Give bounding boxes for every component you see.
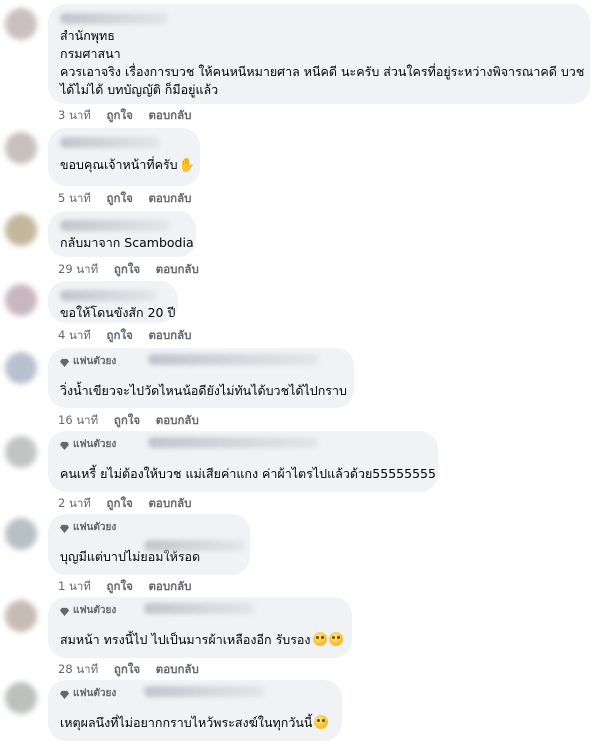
- comment-timestamp[interactable]: 29 นาที: [58, 262, 98, 276]
- comment-text-line: ควรเอาจริง เรื่องการบวช ให้คนหนีหมายศาล …: [60, 64, 585, 79]
- comment-bubble: แฟนตัวยง คนเหรี้ ยไม่ต้องให้บวช แม่เสียค…: [48, 431, 438, 492]
- comment-meta: 2 นาที ถูกใจ ตอบกลับ: [58, 495, 203, 511]
- comment-meta: 29 นาที ถูกใจ ตอบกลับ: [58, 261, 211, 277]
- grin-sweat-emoji-icon: [312, 632, 327, 646]
- reply-link[interactable]: ตอบกลับ: [156, 413, 199, 427]
- grin-sweat-emoji-icon: [328, 632, 343, 646]
- comment-timestamp[interactable]: 1 นาที: [58, 579, 91, 593]
- comment-bubble: แฟนตัวยง วิ่งน้ำเขียวจะไปวัดไหนน้อดียังไ…: [48, 348, 354, 408]
- comment-text-line: ได้ไม่ได้ บทบัญญัติ ก็มีอยู่แล้ว: [60, 82, 219, 97]
- commenter-name-blurred[interactable]: [144, 603, 254, 614]
- comment-bubble: แฟนตัวยง เหตุผลนึงที่ไม่อยากกราบไหว้พระส…: [48, 680, 342, 741]
- comment-bubble: แฟนตัวยง บุญมีแต่บาปไม่ยอมให้รอด: [48, 514, 250, 575]
- avatar[interactable]: [5, 284, 37, 316]
- comment-timestamp[interactable]: 5 นาที: [58, 191, 91, 205]
- commenter-name-blurred[interactable]: [60, 137, 160, 148]
- comment-text-line: ขอให้โดนขังสัก 20 ปี: [60, 305, 176, 320]
- badge-label: แฟนตัวยง: [73, 688, 117, 699]
- comment-timestamp[interactable]: 2 นาที: [58, 496, 91, 510]
- diamond-icon: [60, 358, 69, 367]
- badge-label: แฟนตัวยง: [73, 605, 117, 616]
- commenter-name-blurred[interactable]: [60, 290, 156, 301]
- comment-timestamp[interactable]: 4 นาที: [58, 328, 91, 342]
- avatar[interactable]: [5, 682, 37, 714]
- comment-text-line: คนเหรี้ ยไม่ต้องให้บวช แม่เสียค่าแกง ค่า…: [60, 466, 436, 481]
- like-link[interactable]: ถูกใจ: [107, 191, 133, 205]
- like-link[interactable]: ถูกใจ: [107, 328, 133, 342]
- comment-bubble: กลับมาจาก Scambodia: [48, 211, 196, 257]
- like-link[interactable]: ถูกใจ: [107, 496, 133, 510]
- comment-timestamp[interactable]: 3 นาที: [58, 108, 91, 122]
- comment-bubble: ขอบคุณเจ้าหน้าที่ครับ✋: [48, 128, 200, 186]
- comment-text-line: เหตุผลนึงที่ไม่อยากกราบไหว้พระสงฆ์ในทุกว…: [60, 714, 330, 732]
- comment-meta: 28 นาที ถูกใจ ตอบกลับ: [58, 661, 211, 677]
- comment-text-line: กลับมาจาก Scambodia: [60, 235, 194, 250]
- reply-link[interactable]: ตอบกลับ: [148, 328, 191, 342]
- diamond-icon: [60, 524, 69, 533]
- comment-meta: 1 นาที ถูกใจ ตอบกลับ: [58, 578, 203, 594]
- comment-text-line: ขอบคุณเจ้าหน้าที่ครับ✋: [60, 156, 195, 175]
- like-link[interactable]: ถูกใจ: [107, 108, 133, 122]
- comment-text-line: กรมศาสนา: [60, 46, 121, 61]
- thumbs-up-icon: ✋: [178, 158, 195, 173]
- reply-link[interactable]: ตอบกลับ: [148, 496, 191, 510]
- comment-text-line: วิ่งน้ำเขียวจะไปวัดไหนน้อดียังไม่ทันได้บ…: [60, 383, 347, 398]
- comment-bubble: แฟนตัวยง สมหน้า ทรงนี้ไป ไปเป็นมารผ้าเหล…: [48, 597, 352, 658]
- commenter-name-blurred[interactable]: [144, 540, 244, 551]
- badge-label: แฟนตัวยง: [73, 439, 117, 450]
- avatar[interactable]: [5, 8, 37, 40]
- badge-label: แฟนตัวยง: [73, 356, 117, 367]
- avatar[interactable]: [5, 436, 37, 468]
- grimace-emoji-icon: [314, 715, 329, 729]
- avatar[interactable]: [5, 600, 37, 632]
- comment-bubble: สำนักพุทธ กรมศาสนา ควรเอาจริง เรื่องการบ…: [48, 4, 590, 104]
- reply-link[interactable]: ตอบกลับ: [156, 662, 199, 676]
- comment-text-line: สมหน้า ทรงนี้ไป ไปเป็นมารผ้าเหลืองอีก รั…: [60, 631, 343, 649]
- avatar[interactable]: [5, 352, 37, 384]
- comment-meta: 3 นาที ถูกใจ ตอบกลับ: [58, 107, 203, 123]
- comment-meta: 16 นาที ถูกใจ ตอบกลับ: [58, 412, 211, 428]
- like-link[interactable]: ถูกใจ: [114, 662, 140, 676]
- comment-text: เหตุผลนึงที่ไม่อยากกราบไหว้พระสงฆ์ในทุกว…: [60, 715, 313, 730]
- reply-link[interactable]: ตอบกลับ: [148, 191, 191, 205]
- diamond-icon: [60, 607, 69, 616]
- comment-timestamp[interactable]: 28 นาที: [58, 662, 98, 676]
- commenter-name-blurred[interactable]: [60, 13, 168, 24]
- comment-meta: 5 นาที ถูกใจ ตอบกลับ: [58, 190, 203, 206]
- avatar[interactable]: [5, 214, 37, 246]
- badge-label: แฟนตัวยง: [73, 522, 117, 533]
- comment-meta: 4 นาที ถูกใจ ตอบกลับ: [58, 327, 203, 343]
- commenter-name-blurred[interactable]: [148, 354, 318, 365]
- top-fan-badge: แฟนตัวยง: [60, 522, 238, 534]
- comment-text-line: สำนักพุทธ: [60, 28, 115, 43]
- commenter-name-blurred[interactable]: [60, 220, 170, 231]
- comment-bubble: ขอให้โดนขังสัก 20 ปี: [48, 281, 178, 323]
- avatar[interactable]: [5, 518, 37, 550]
- avatar[interactable]: [5, 132, 37, 164]
- like-link[interactable]: ถูกใจ: [114, 413, 140, 427]
- reply-link[interactable]: ตอบกลับ: [148, 579, 191, 593]
- comment-text: ขอบคุณเจ้าหน้าที่ครับ: [60, 157, 178, 172]
- diamond-icon: [60, 441, 69, 450]
- like-link[interactable]: ถูกใจ: [114, 262, 140, 276]
- commenter-name-blurred[interactable]: [148, 437, 318, 448]
- comment-text: สมหน้า ทรงนี้ไป ไปเป็นมารผ้าเหลืองอีก รั…: [60, 632, 311, 647]
- reply-link[interactable]: ตอบกลับ: [148, 108, 191, 122]
- like-link[interactable]: ถูกใจ: [107, 579, 133, 593]
- commenter-name-blurred[interactable]: [144, 686, 264, 697]
- comment-timestamp[interactable]: 16 นาที: [58, 413, 98, 427]
- reply-link[interactable]: ตอบกลับ: [156, 262, 199, 276]
- diamond-icon: [60, 690, 69, 699]
